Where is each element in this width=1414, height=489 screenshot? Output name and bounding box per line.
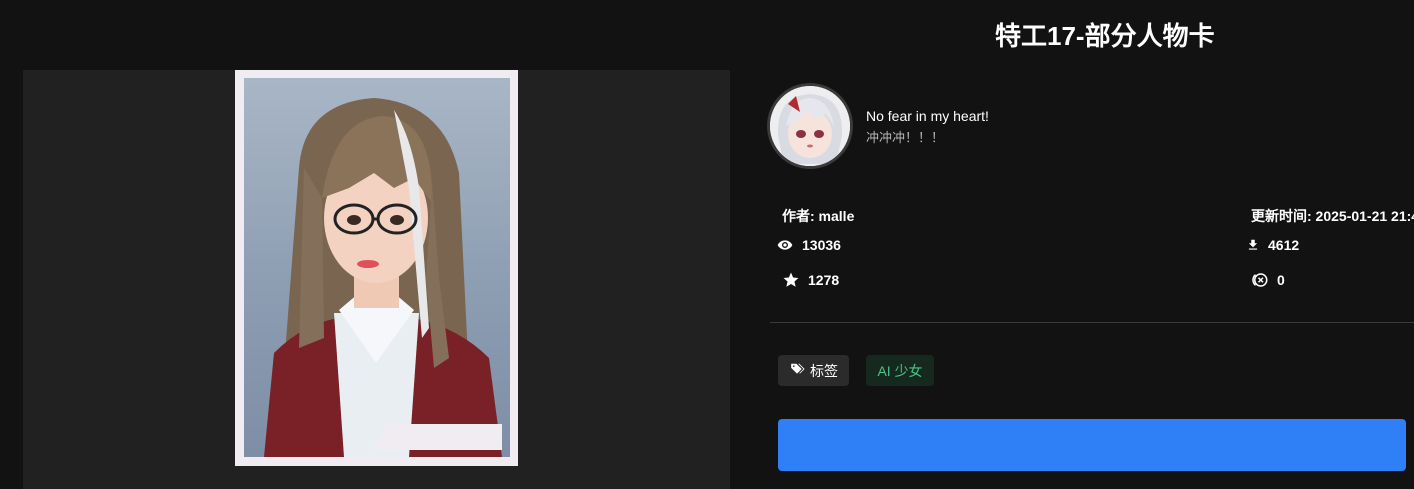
preview-panel	[23, 70, 730, 489]
author-bio-text: 冲冲冲！！！	[866, 130, 945, 145]
author-line: 作者: malle	[782, 208, 855, 224]
stars-stat: 1278	[782, 271, 839, 289]
tag-chip[interactable]: AI 少女	[866, 355, 934, 386]
character-card-image	[244, 78, 510, 457]
stars-count: 1278	[808, 272, 840, 288]
reports-stat: 0	[1251, 271, 1285, 289]
tags-label: 标签	[778, 355, 849, 386]
downloads-stat: 4612	[1246, 237, 1299, 253]
tag-icon	[789, 362, 805, 379]
author-bio-name: No fear in my heart!	[866, 108, 989, 124]
tags-label-text: 标签	[810, 362, 838, 379]
views-count: 13036	[802, 237, 841, 253]
page-title: 特工17-部分人物卡	[995, 21, 1215, 51]
updated-time: 更新时间: 2025-01-21 21:4	[1251, 208, 1414, 224]
card-corner-cutout	[372, 424, 502, 450]
download-icon	[1246, 237, 1260, 253]
star-icon[interactable]	[782, 271, 800, 289]
download-button[interactable]	[778, 419, 1406, 471]
views-stat: 13036	[776, 237, 841, 253]
eye-icon	[776, 237, 794, 253]
block-icon[interactable]	[1251, 271, 1269, 289]
reports-count: 0	[1277, 272, 1285, 288]
character-card[interactable]	[235, 70, 518, 466]
author-avatar[interactable]	[770, 86, 850, 166]
downloads-count: 4612	[1268, 237, 1300, 253]
divider	[770, 322, 1414, 323]
